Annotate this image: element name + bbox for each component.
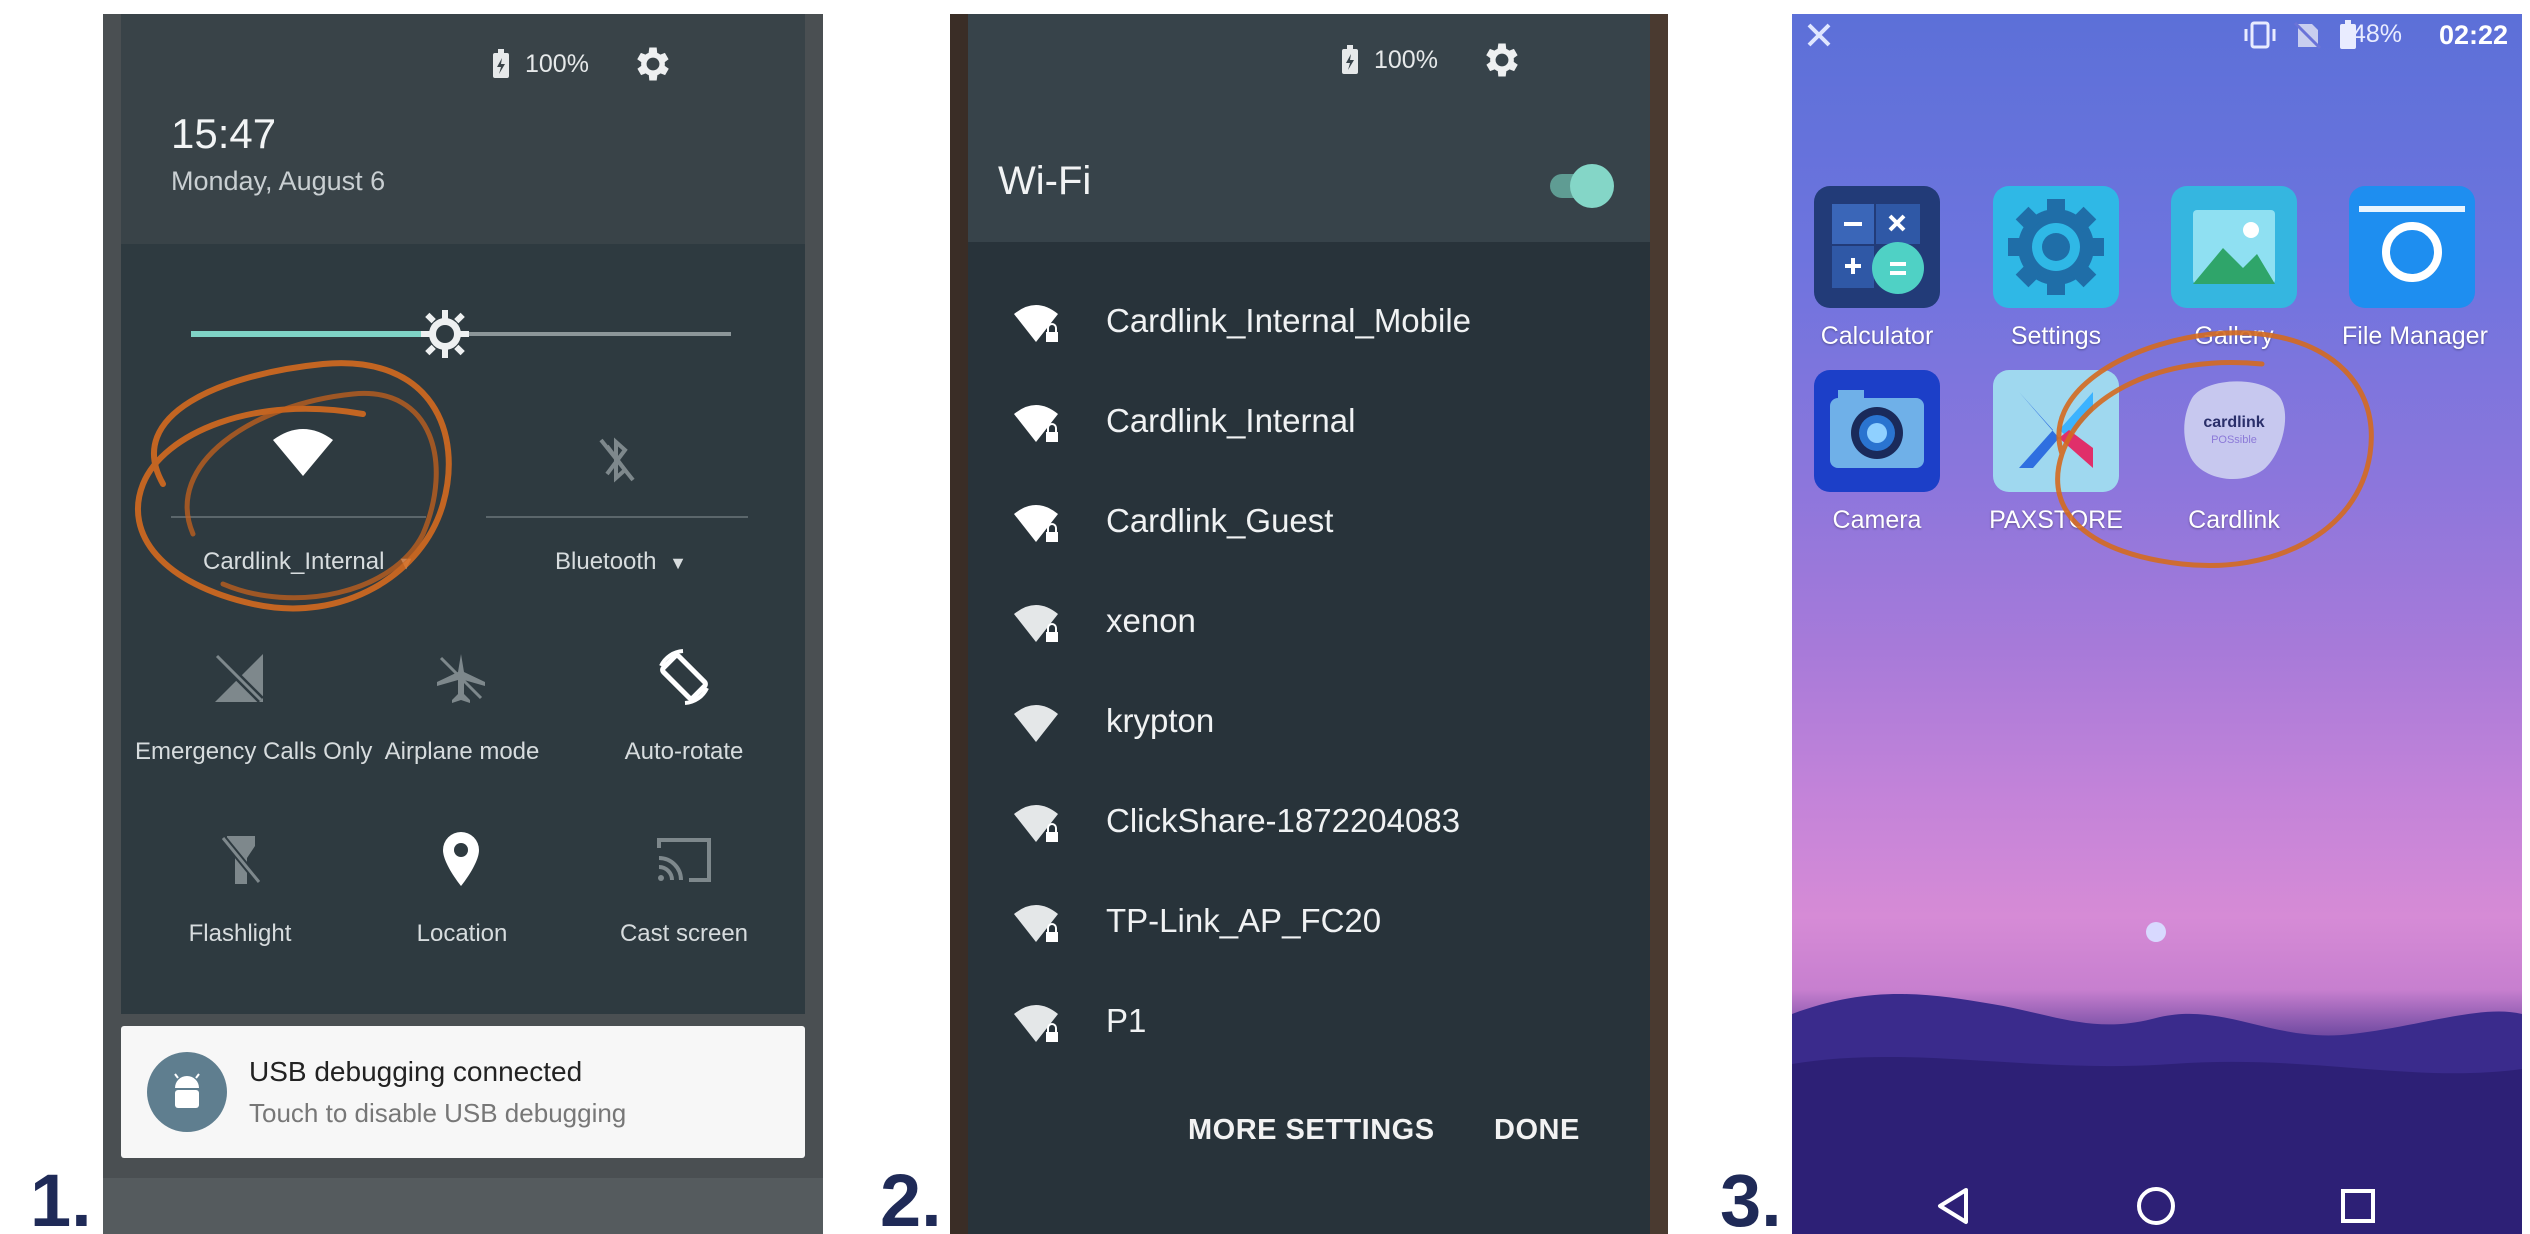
more-settings-button[interactable]: MORE SETTINGS	[1188, 1114, 1435, 1147]
gear-icon[interactable]	[1480, 38, 1524, 82]
wifi-network-row[interactable]: TP-Link_AP_FC20	[968, 872, 1650, 972]
step-number-2: 2.	[880, 1159, 942, 1234]
step-number-1: 1.	[30, 1159, 92, 1234]
step-number-3: 3.	[1720, 1159, 1782, 1234]
wifi-locked-icon	[1014, 805, 1058, 842]
background-edge-right	[1650, 14, 1668, 1234]
wifi-locked-icon	[1014, 905, 1058, 942]
wifi-toggle-knob[interactable]	[1570, 164, 1614, 208]
wifi-locked-icon	[1014, 605, 1058, 642]
wifi-dialog-title: Wi-Fi	[998, 159, 1092, 203]
wifi-network-name: TP-Link_AP_FC20	[1106, 902, 1382, 939]
wifi-network-row[interactable]: Cardlink_Guest	[968, 472, 1650, 572]
done-button[interactable]: DONE	[1494, 1114, 1580, 1147]
highlight-circle-annotation	[2055, 330, 2374, 568]
wifi-network-row[interactable]: krypton	[968, 672, 1650, 772]
wifi-network-name: xenon	[1106, 602, 1196, 639]
wifi-network-row[interactable]: Cardlink_Internal	[968, 372, 1650, 472]
wifi-network-name: P1	[1106, 1002, 1147, 1039]
status-area: 100%	[1340, 38, 1524, 82]
wifi-dialog-header: 100% Wi-Fi	[968, 14, 1650, 242]
highlight-circle-annotation	[135, 360, 452, 612]
wifi-network-row[interactable]: xenon	[968, 572, 1650, 672]
battery-percentage: 100%	[1374, 45, 1438, 74]
quick-settings-screenshot: 100% 15:47 Monday, August 6 Cardlink_Int…	[103, 14, 823, 1234]
wifi-locked-icon	[1014, 305, 1058, 342]
home-icon[interactable]	[2134, 1184, 2178, 1228]
tutorial-steps: 1. 2. 3. 100% 15:47 Monday, August 6 Car…	[0, 0, 2530, 1234]
recent-apps-icon[interactable]	[2336, 1184, 2380, 1228]
wifi-network-name: Cardlink_Internal_Mobile	[1106, 302, 1472, 339]
wifi-network-name: ClickShare-1872204083	[1106, 802, 1461, 839]
wifi-network-row[interactable]: Cardlink_Internal_Mobile	[968, 272, 1650, 372]
background-edge-left	[950, 14, 968, 1234]
battery-charging-icon	[1342, 45, 1358, 74]
wifi-locked-icon	[1014, 505, 1058, 542]
wifi-dialog-screenshot: 100% Wi-Fi Cardlink_Internal_Mobile Cardl…	[950, 14, 1668, 1234]
wifi-icon	[1014, 705, 1058, 742]
home-screen-screenshot: 48% 02:22 Calculator Settings Gallery Fi…	[1792, 14, 2522, 1234]
wifi-network-name: Cardlink_Guest	[1106, 502, 1334, 539]
page-indicator-dot	[2146, 922, 2166, 942]
wifi-locked-icon	[1014, 1005, 1058, 1042]
wifi-network-row[interactable]: ClickShare-1872204083	[968, 772, 1650, 872]
wifi-locked-icon	[1014, 405, 1058, 442]
wifi-network-row[interactable]: P1	[968, 972, 1650, 1072]
back-icon[interactable]	[1932, 1184, 1976, 1228]
wifi-network-name: krypton	[1106, 702, 1215, 739]
wifi-network-name: Cardlink_Internal	[1106, 402, 1356, 439]
